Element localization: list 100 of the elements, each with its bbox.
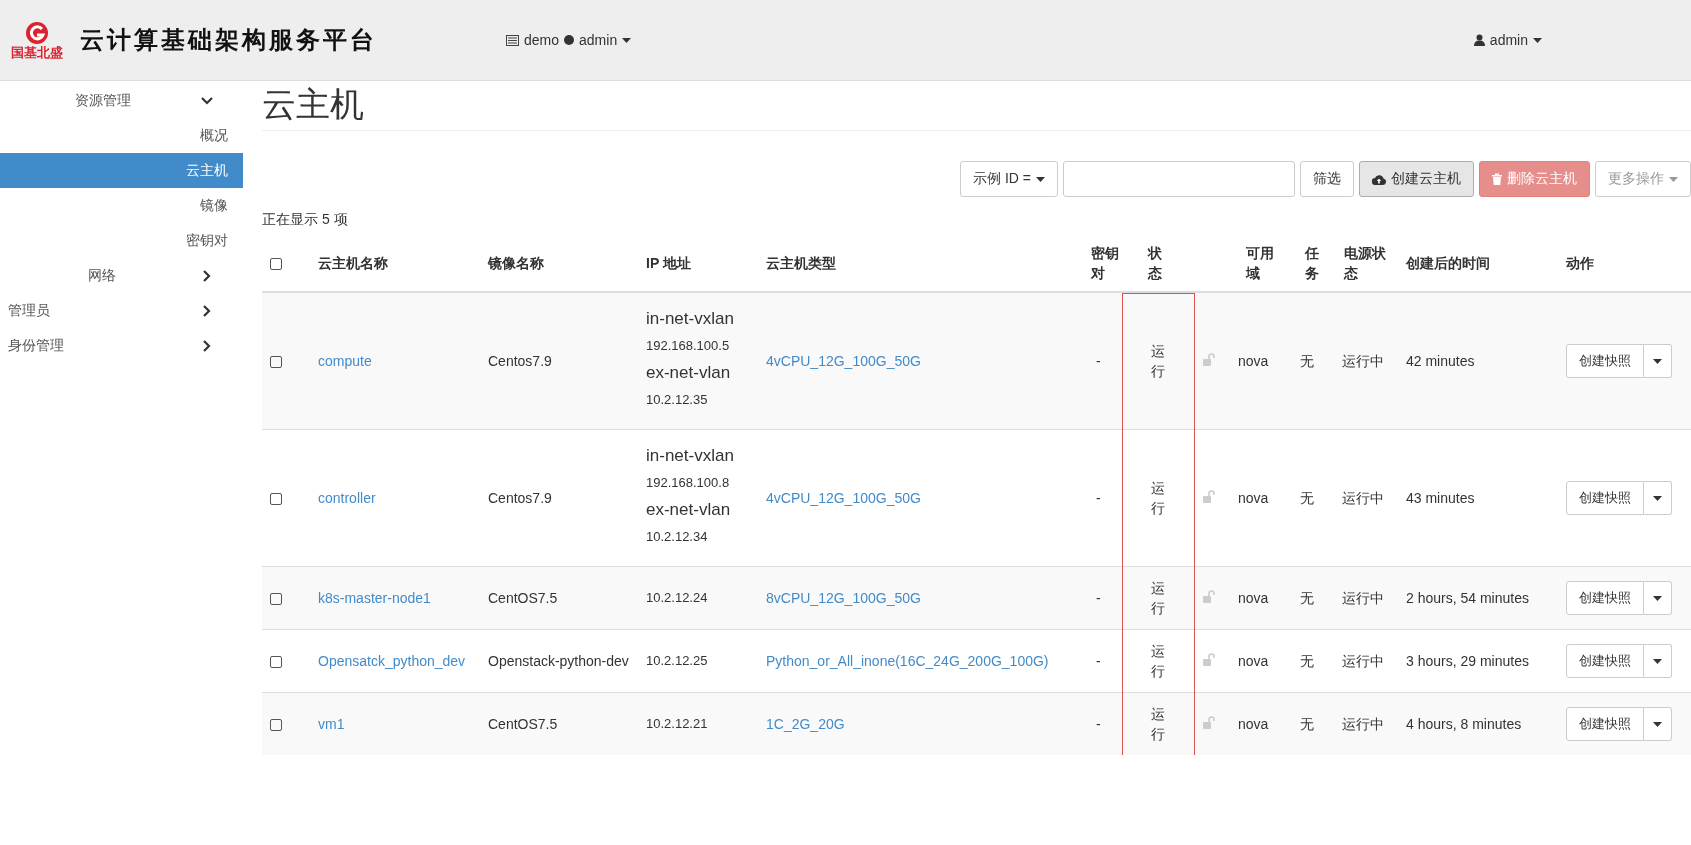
row-checkbox[interactable] <box>270 493 282 506</box>
filter-input[interactable] <box>1063 161 1295 197</box>
actions-dropdown-button[interactable] <box>1644 644 1672 678</box>
network-name: ex-net-vlan <box>646 362 732 384</box>
unlock-icon <box>1202 653 1216 666</box>
sidebar-item[interactable]: 资源管理 <box>0 83 243 118</box>
table-cell: 运行中 <box>1342 490 1384 506</box>
sidebar-item[interactable]: 管理员 <box>0 293 243 328</box>
row-checkbox[interactable] <box>270 593 282 606</box>
table-cell: - <box>1096 653 1101 669</box>
item-count: 正在显示 5 项 <box>262 210 349 229</box>
instance-name-link[interactable]: Opensatck_python_dev <box>318 653 466 669</box>
table-cell: Centos7.9 <box>488 490 552 506</box>
table-cell: 运行中 <box>1342 716 1384 732</box>
create-snapshot-button[interactable]: 创建快照 <box>1566 344 1644 378</box>
flavor-link[interactable]: Python_or_All_inone(16C_24G_200G_100G) <box>766 653 1049 669</box>
chevron-right-icon <box>201 269 213 282</box>
table-cell: CentOS7.5 <box>488 716 558 732</box>
table-cell: 运行中 <box>1342 590 1384 606</box>
table-cell: - <box>1096 716 1101 732</box>
caret-icon <box>1036 176 1045 182</box>
cloud-upload-icon <box>1372 173 1386 185</box>
column-header: 可用域 <box>1246 244 1275 283</box>
network-name: ex-net-vlan <box>646 499 732 521</box>
instance-name-link[interactable]: controller <box>318 490 376 506</box>
filter-dropdown[interactable]: 示例 ID = <box>960 161 1058 197</box>
ip-address: 10.2.12.21 <box>646 715 709 733</box>
table-cell: 无 <box>1300 716 1314 732</box>
create-snapshot-button[interactable]: 创建快照 <box>1566 481 1644 515</box>
table-cell: nova <box>1238 353 1269 369</box>
logo-icon <box>23 20 51 45</box>
ip-address: 10.2.12.24 <box>646 589 709 607</box>
create-snapshot-button[interactable]: 创建快照 <box>1566 644 1644 678</box>
caret-icon <box>1653 721 1662 727</box>
ip-address: 10.2.12.34 <box>646 528 709 546</box>
sidebar-item[interactable]: 密钥对 <box>0 223 243 258</box>
page-title: 云主机 <box>262 81 1691 131</box>
chevron-down-icon <box>201 94 213 107</box>
column-header: 任务 <box>1305 244 1320 283</box>
caret-icon <box>1653 595 1662 601</box>
project-menu[interactable]: demo admin <box>502 28 636 52</box>
table-cell: 无 <box>1300 653 1314 669</box>
table-cell: CentOS7.5 <box>488 590 558 606</box>
table-cell-text: 43 minutes <box>1406 489 1476 508</box>
column-header: IP 地址 <box>646 254 692 273</box>
unlock-icon <box>1202 716 1216 729</box>
table-cell-text: 2 hours, 54 minutes <box>1406 589 1530 608</box>
flavor-link[interactable]: 8vCPU_12G_100G_50G <box>766 590 921 606</box>
table-cell: 运行中 <box>1342 653 1384 669</box>
row-checkbox[interactable] <box>270 356 282 369</box>
unlock-icon <box>1202 490 1216 503</box>
ip-address: 192.168.100.5 <box>646 337 731 355</box>
status-text: 运行 <box>1150 705 1166 744</box>
platform-title: 云计算基础架构服务平台 <box>80 24 377 56</box>
create-snapshot-button[interactable]: 创建快照 <box>1566 707 1644 741</box>
ip-address: 192.168.100.8 <box>646 474 731 492</box>
table-cell: - <box>1096 353 1101 369</box>
instance-name-link[interactable]: compute <box>318 353 372 369</box>
instance-name-link[interactable]: k8s-master-node1 <box>318 590 431 606</box>
caret-icon <box>1653 358 1662 364</box>
flavor-link[interactable]: 4vCPU_12G_100G_50G <box>766 490 921 506</box>
table-cell-text: 42 minutes <box>1406 352 1476 371</box>
sidebar-item[interactable]: 概况 <box>0 118 243 153</box>
ip-address: 10.2.12.25 <box>646 652 709 670</box>
table-cell: Centos7.9 <box>488 353 552 369</box>
status-text: 运行 <box>1150 479 1166 518</box>
create-snapshot-button[interactable]: 创建快照 <box>1566 581 1644 615</box>
user-icon <box>1473 34 1485 46</box>
row-checkbox[interactable] <box>270 719 282 732</box>
user-menu[interactable]: admin <box>1469 28 1546 52</box>
flavor-link[interactable]: 4vCPU_12G_100G_50G <box>766 353 921 369</box>
list-icon <box>506 34 519 46</box>
chevron-right-icon <box>201 339 213 352</box>
status-text: 运行 <box>1150 579 1166 618</box>
network-name: in-net-vxlan <box>646 308 735 330</box>
table-cell: 运行中 <box>1342 353 1384 369</box>
create-instance-button[interactable]: 创建云主机 <box>1359 161 1474 197</box>
sidebar-item[interactable]: 网络 <box>0 258 243 293</box>
network-name: in-net-vxlan <box>646 445 735 467</box>
sidebar-item[interactable]: 身份管理 <box>0 328 243 363</box>
table-cell: 无 <box>1300 490 1314 506</box>
sidebar-item[interactable]: 云主机 <box>0 153 243 188</box>
actions-dropdown-button[interactable] <box>1644 344 1672 378</box>
sidebar-item[interactable]: 镜像 <box>0 188 243 223</box>
row-checkbox[interactable] <box>270 656 282 669</box>
dot-icon <box>564 35 575 45</box>
table-cell: nova <box>1238 716 1269 732</box>
column-header: 动作 <box>1566 254 1595 273</box>
column-header: 密钥对 <box>1091 244 1119 283</box>
actions-dropdown-button[interactable] <box>1644 707 1672 741</box>
flavor-link[interactable]: 1C_2G_20G <box>766 716 845 732</box>
actions-dropdown-button[interactable] <box>1644 481 1672 515</box>
select-all-checkbox[interactable] <box>270 258 282 271</box>
actions-dropdown-button[interactable] <box>1644 581 1672 615</box>
filter-button[interactable]: 筛选 <box>1300 161 1354 197</box>
table-cell: - <box>1096 490 1101 506</box>
column-header: 状态 <box>1148 244 1163 283</box>
table-cell-text: 3 hours, 29 minutes <box>1406 652 1530 671</box>
ip-address: 10.2.12.35 <box>646 391 709 409</box>
column-header: 创建后的时间 <box>1406 254 1491 273</box>
